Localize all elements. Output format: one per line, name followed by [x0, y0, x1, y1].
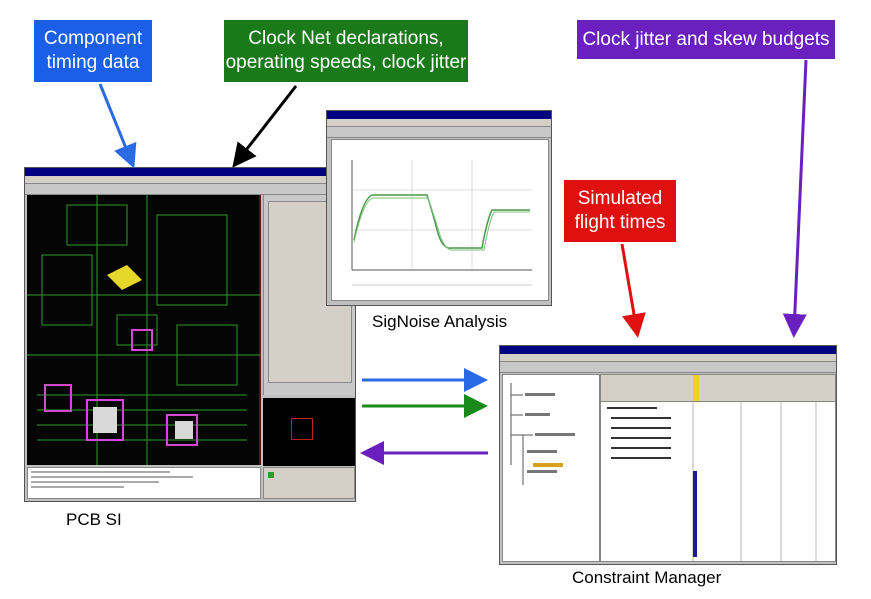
arrows-layer: [98, 59, 808, 465]
arrow-flight-times: [620, 243, 646, 338]
arrow-component-timing: [98, 83, 137, 169]
arrow-jitter-skew: [782, 59, 808, 338]
arrow-clock-net: [232, 85, 298, 168]
